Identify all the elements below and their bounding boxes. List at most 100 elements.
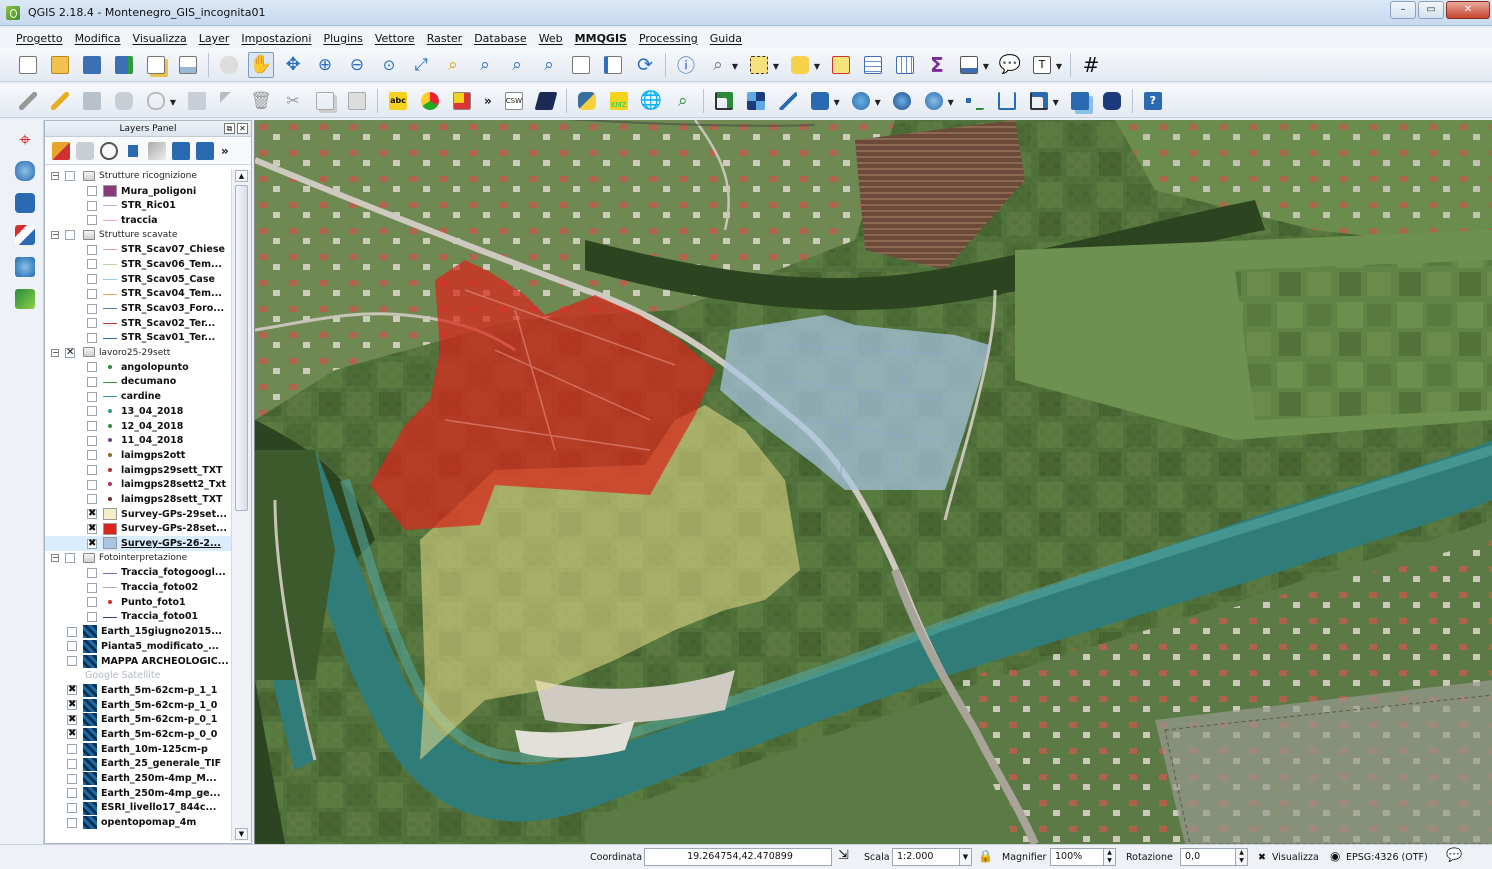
- close-panel-button[interactable]: ✕: [237, 123, 248, 134]
- metasearch-button[interactable]: [533, 88, 559, 114]
- save-project-button[interactable]: [79, 52, 105, 78]
- layer-visibility-checkbox[interactable]: [87, 274, 97, 285]
- coordinate-field[interactable]: 19.264754,42.470899: [644, 848, 832, 866]
- layer-visibility-checkbox[interactable]: [87, 259, 97, 270]
- layer-visibility-checkbox[interactable]: [67, 744, 77, 755]
- pan-map-button[interactable]: ✋: [248, 51, 274, 78]
- layer-group[interactable]: − Strutture ricognizione: [45, 169, 231, 184]
- menu-visualizza[interactable]: Visualizza: [127, 32, 193, 45]
- add-vector-button[interactable]: [12, 222, 38, 248]
- layer-item[interactable]: Earth_250m-4mp_ge...: [45, 786, 231, 801]
- zoom-in-button[interactable]: ⊕: [312, 52, 338, 78]
- collapse-icon[interactable]: −: [51, 231, 59, 240]
- add-mesh-button[interactable]: [12, 286, 38, 312]
- zoom-to-selection-button[interactable]: ⌕: [440, 52, 466, 78]
- layer-item[interactable]: laimgps2ott: [45, 448, 231, 463]
- layer-item[interactable]: ✖ Survey-GPs-28set...: [45, 522, 231, 537]
- layer-visibility-checkbox[interactable]: [87, 288, 97, 299]
- menu-plugins[interactable]: Plugins: [317, 32, 368, 45]
- toggle-editing-button[interactable]: [47, 88, 73, 114]
- menu-modifica[interactable]: Modifica: [69, 32, 127, 45]
- save-as-button[interactable]: [111, 52, 137, 78]
- toolbar-overflow[interactable]: »: [484, 94, 492, 108]
- map-canvas[interactable]: [254, 120, 1492, 844]
- layer-visibility-checkbox[interactable]: ✖: [87, 509, 97, 520]
- layer-item[interactable]: ✖ Earth_5m-62cm-p_1_0: [45, 698, 231, 713]
- crs-globe-icon[interactable]: ◉: [1330, 848, 1340, 865]
- paste-features-button[interactable]: [344, 88, 370, 114]
- layer-visibility-checkbox[interactable]: [67, 626, 77, 637]
- layer-visibility-checkbox[interactable]: [87, 303, 97, 314]
- layer-visibility-checkbox[interactable]: [87, 450, 97, 461]
- layer-item[interactable]: STR_Scav01_Ter...: [45, 331, 231, 346]
- new-map-view-button[interactable]: [568, 52, 594, 78]
- layer-visibility-checkbox[interactable]: [65, 553, 75, 564]
- layer-visibility-checkbox[interactable]: [67, 802, 77, 813]
- menu-guida[interactable]: Guida: [704, 32, 748, 45]
- layer-item[interactable]: laimgps28sett_TXT: [45, 492, 231, 507]
- magnifier-spinbox[interactable]: 100% ▲ ▼: [1050, 848, 1116, 866]
- layer-visibility-checkbox[interactable]: ✖: [67, 714, 77, 725]
- layer-item[interactable]: Mura_poligoni: [45, 184, 231, 199]
- layer-item[interactable]: Earth_10m-125cm-p: [45, 742, 231, 757]
- float-panel-button[interactable]: ⧉: [224, 123, 235, 134]
- layer-visibility-checkbox[interactable]: ✖: [67, 700, 77, 711]
- zoom-to-layer-button[interactable]: ⌕: [472, 52, 498, 78]
- text-annotation-button[interactable]: T ▼: [1029, 52, 1062, 78]
- layer-visibility-checkbox[interactable]: [87, 186, 97, 197]
- spin-arrows-icon[interactable]: ▲ ▼: [1103, 849, 1115, 865]
- layer-item[interactable]: STR_Scav04_Tem...: [45, 287, 231, 302]
- menu-raster[interactable]: Raster: [421, 32, 468, 45]
- pan-to-selection-button[interactable]: ✥: [280, 52, 306, 78]
- vertex-tool-button[interactable]: [994, 88, 1020, 114]
- layer-visibility-checkbox[interactable]: [87, 244, 97, 255]
- layer-item[interactable]: 11_04_2018: [45, 433, 231, 448]
- layer-item[interactable]: STR_Scav05_Case: [45, 272, 231, 287]
- layer-visibility-checkbox[interactable]: [65, 230, 75, 241]
- save-edits-button[interactable]: [79, 88, 105, 114]
- maximize-button[interactable]: ▭: [1418, 1, 1444, 19]
- layer-visibility-checkbox[interactable]: ✖: [87, 523, 97, 534]
- label-tool-button[interactable]: [417, 88, 443, 114]
- layer-item[interactable]: ✖ Earth_5m-62cm-p_0_1: [45, 712, 231, 727]
- current-edits-button[interactable]: [15, 88, 41, 114]
- lock-icon[interactable]: 🔒: [978, 848, 993, 865]
- layer-visibility-checkbox[interactable]: [87, 215, 97, 226]
- layer-item[interactable]: ESRI_livello17_844c...: [45, 801, 231, 816]
- zoom-next-button[interactable]: ⌕: [536, 52, 562, 78]
- messages-bubble-icon[interactable]: 💬: [1446, 847, 1462, 864]
- add-wfs-button[interactable]: [12, 190, 38, 216]
- layer-visibility-checkbox[interactable]: [87, 391, 97, 402]
- layer-item[interactable]: traccia: [45, 213, 231, 228]
- csw-button[interactable]: CSW: [501, 88, 527, 114]
- layer-visibility-checkbox[interactable]: ✖: [87, 538, 97, 549]
- split-features-button[interactable]: [962, 88, 988, 114]
- layer-item[interactable]: ✖ Earth_5m-62cm-p_1_1: [45, 683, 231, 698]
- layer-visibility-checkbox[interactable]: [67, 656, 77, 667]
- add-spatialite-button[interactable]: [12, 158, 38, 184]
- layer-visibility-checkbox[interactable]: [87, 494, 97, 505]
- cut-features-button[interactable]: ✂: [280, 88, 306, 114]
- layer-item[interactable]: Traccia_foto02: [45, 580, 231, 595]
- visibility-eye-icon[interactable]: [100, 141, 118, 160]
- zoom-last-button[interactable]: ⌕: [504, 52, 530, 78]
- layer-item[interactable]: Traccia_foto01: [45, 610, 231, 625]
- layer-item[interactable]: Earth_25_generale_TIF: [45, 757, 231, 772]
- layer-item[interactable]: ✖ Survey-GPs-26-2...: [45, 536, 231, 551]
- render-checkbox[interactable]: ✖: [1258, 849, 1266, 866]
- zoom-native-button[interactable]: ⊙: [376, 52, 402, 78]
- statistics-button[interactable]: Σ: [924, 52, 950, 78]
- layer-visibility-checkbox[interactable]: [87, 200, 97, 211]
- menu-progetto[interactable]: Progetto: [10, 32, 69, 45]
- globe-button[interactable]: 🌐: [638, 88, 664, 114]
- coordinate-toggle-icon[interactable]: ⇲: [838, 847, 849, 864]
- web-services-button[interactable]: ▼: [848, 88, 881, 114]
- layer-item[interactable]: Traccia_fotogoogl...: [45, 566, 231, 581]
- zoom-full-button[interactable]: ⤢: [408, 52, 434, 78]
- field-calculator-button[interactable]: [892, 52, 918, 78]
- layer-item[interactable]: Google Satellite: [45, 668, 231, 683]
- attribute-table-button[interactable]: [860, 52, 886, 78]
- layer-visibility-checkbox[interactable]: [87, 465, 97, 476]
- filter-expression-icon[interactable]: [148, 141, 166, 160]
- topology-button[interactable]: [1099, 88, 1125, 114]
